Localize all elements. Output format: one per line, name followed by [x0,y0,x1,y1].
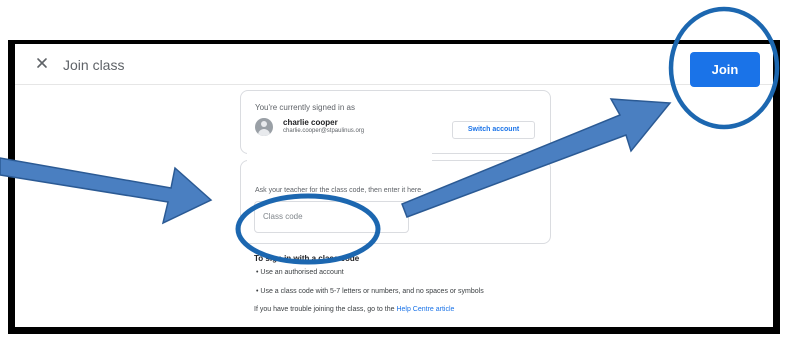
arrow-left [0,157,213,225]
class-code-highlight-circle [235,193,381,265]
annotation-layer [0,6,780,265]
arrow-to-join [401,98,672,218]
join-highlight-circle [668,6,780,130]
